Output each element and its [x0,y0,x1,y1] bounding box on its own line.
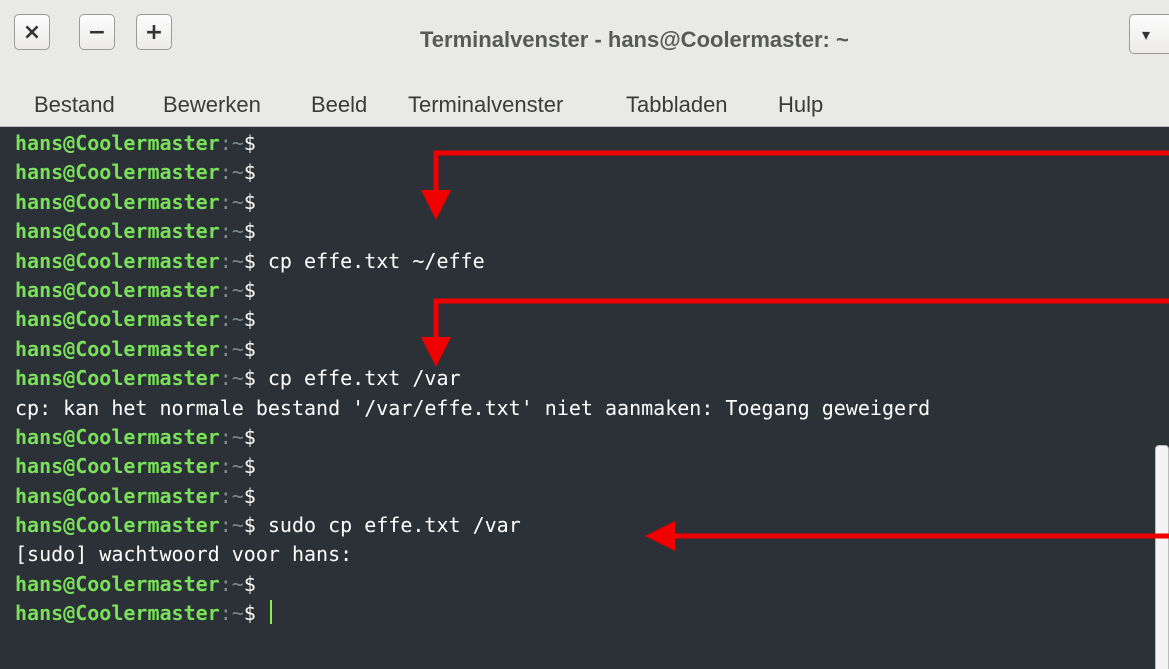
prompt-sign: $ [243,219,256,244]
prompt-user: hans@Coolermaster [15,366,220,391]
chevron-down-icon: ▾ [1142,24,1151,44]
menu-bar: Bestand Bewerken Beeld Terminalvenster T… [0,84,1169,126]
prompt-sign: $ [243,248,256,273]
prompt-user: hans@Coolermaster [15,336,220,361]
maximize-icon: + [144,19,164,45]
prompt-user: hans@Coolermaster [15,424,220,449]
prompt-sign: $ [243,454,256,479]
prompt-sign: $ [243,601,256,626]
prompt-sign: $ [243,277,256,302]
terminal-prompt-line: hans@Coolermaster:~$ [15,570,930,599]
terminal-area[interactable]: hans@Coolermaster:~$ hans@Coolermaster:~$… [0,126,1169,669]
terminal-prompt-line: hans@Coolermaster:~$ [15,335,930,364]
prompt-path: :~ [219,307,244,332]
terminal-prompt-line: hans@Coolermaster:~$ [15,129,930,158]
prompt-user: hans@Coolermaster [15,131,220,155]
terminal-output: hans@Coolermaster:~$ hans@Coolermaster:~$… [15,129,930,629]
output-text: cp: kan het normale bestand '/var/effe.t… [15,395,931,420]
prompt-sign: $ [243,571,256,596]
prompt-user: hans@Coolermaster [15,513,220,538]
title-bar: × − + Terminalvenster - hans@Coolermaste… [0,0,1169,84]
terminal-prompt-line: hans@Coolermaster:~$ [15,158,930,187]
prompt-sign: $ [243,336,256,361]
output-text: [sudo] wachtwoord voor hans: [15,542,353,567]
prompt-path: :~ [219,131,244,155]
minimize-icon: − [87,19,107,45]
terminal-prompt-line: hans@Coolermaster:~$ [15,482,930,511]
command-text [256,601,268,625]
prompt-user: hans@Coolermaster [15,483,220,508]
prompt-sign: $ [243,160,256,185]
menu-beeld[interactable]: Beeld [311,92,367,118]
prompt-path: :~ [219,248,244,273]
prompt-path: :~ [219,366,244,391]
command-text: cp effe.txt ~/effe [255,248,485,273]
menu-hulp[interactable]: Hulp [778,92,823,118]
prompt-user: hans@Coolermaster [15,160,220,185]
prompt-user: hans@Coolermaster [15,571,220,596]
prompt-sign: $ [243,189,256,214]
prompt-path: :~ [219,454,244,479]
prompt-user: hans@Coolermaster [15,307,220,332]
terminal-prompt-line: hans@Coolermaster:~$ [15,423,930,452]
terminal-prompt-line: hans@Coolermaster:~$ [15,599,930,628]
terminal-prompt-line: hans@Coolermaster:~$ [15,188,930,217]
scrollbar[interactable] [1155,445,1169,669]
terminal-output-line: cp: kan het normale bestand '/var/effe.t… [15,394,930,423]
terminal-prompt-line: hans@Coolermaster:~$ cp effe.txt /var [15,364,930,393]
prompt-sign: $ [243,131,256,155]
window-menu-button[interactable]: ▾ [1129,14,1169,54]
terminal-output-line: [sudo] wachtwoord voor hans: [15,540,930,569]
prompt-path: :~ [219,336,244,361]
terminal-prompt-line: hans@Coolermaster:~$ [15,305,930,334]
menu-bestand[interactable]: Bestand [34,92,115,118]
prompt-user: hans@Coolermaster [15,248,220,273]
command-text: cp effe.txt /var [255,366,461,391]
prompt-sign: $ [243,307,256,332]
prompt-path: :~ [219,513,244,538]
menu-terminalvenster[interactable]: Terminalvenster [408,92,563,118]
prompt-path: :~ [219,424,244,449]
prompt-user: hans@Coolermaster [15,277,220,302]
terminal-prompt-line: hans@Coolermaster:~$ [15,217,930,246]
prompt-path: :~ [219,219,244,244]
terminal-prompt-line: hans@Coolermaster:~$ [15,452,930,481]
terminal-prompt-line: hans@Coolermaster:~$ sudo cp effe.txt /v… [15,511,930,540]
command-text: sudo cp effe.txt /var [255,513,521,538]
prompt-user: hans@Coolermaster [15,189,220,214]
prompt-path: :~ [219,189,244,214]
menu-tabbladen[interactable]: Tabbladen [626,92,728,118]
prompt-user: hans@Coolermaster [15,601,220,626]
prompt-sign: $ [243,366,256,391]
terminal-prompt-line: hans@Coolermaster:~$ [15,276,930,305]
minimize-button[interactable]: − [79,14,115,50]
prompt-path: :~ [219,483,244,508]
window-title: Terminalvenster - hans@Coolermaster: ~ [420,27,849,52]
terminal-prompt-line: hans@Coolermaster:~$ cp effe.txt ~/effe [15,247,930,276]
close-icon: × [22,19,42,45]
prompt-user: hans@Coolermaster [15,454,220,479]
prompt-path: :~ [219,571,244,596]
prompt-path: :~ [219,601,244,626]
menu-bewerken[interactable]: Bewerken [163,92,261,118]
close-button[interactable]: × [14,14,50,50]
prompt-path: :~ [219,277,244,302]
prompt-sign: $ [243,513,256,538]
prompt-sign: $ [243,483,256,508]
maximize-button[interactable]: + [136,14,172,50]
prompt-path: :~ [219,160,244,185]
prompt-user: hans@Coolermaster [15,219,220,244]
terminal-window: × − + Terminalvenster - hans@Coolermaste… [0,0,1169,669]
text-cursor [269,600,272,625]
prompt-sign: $ [243,424,256,449]
